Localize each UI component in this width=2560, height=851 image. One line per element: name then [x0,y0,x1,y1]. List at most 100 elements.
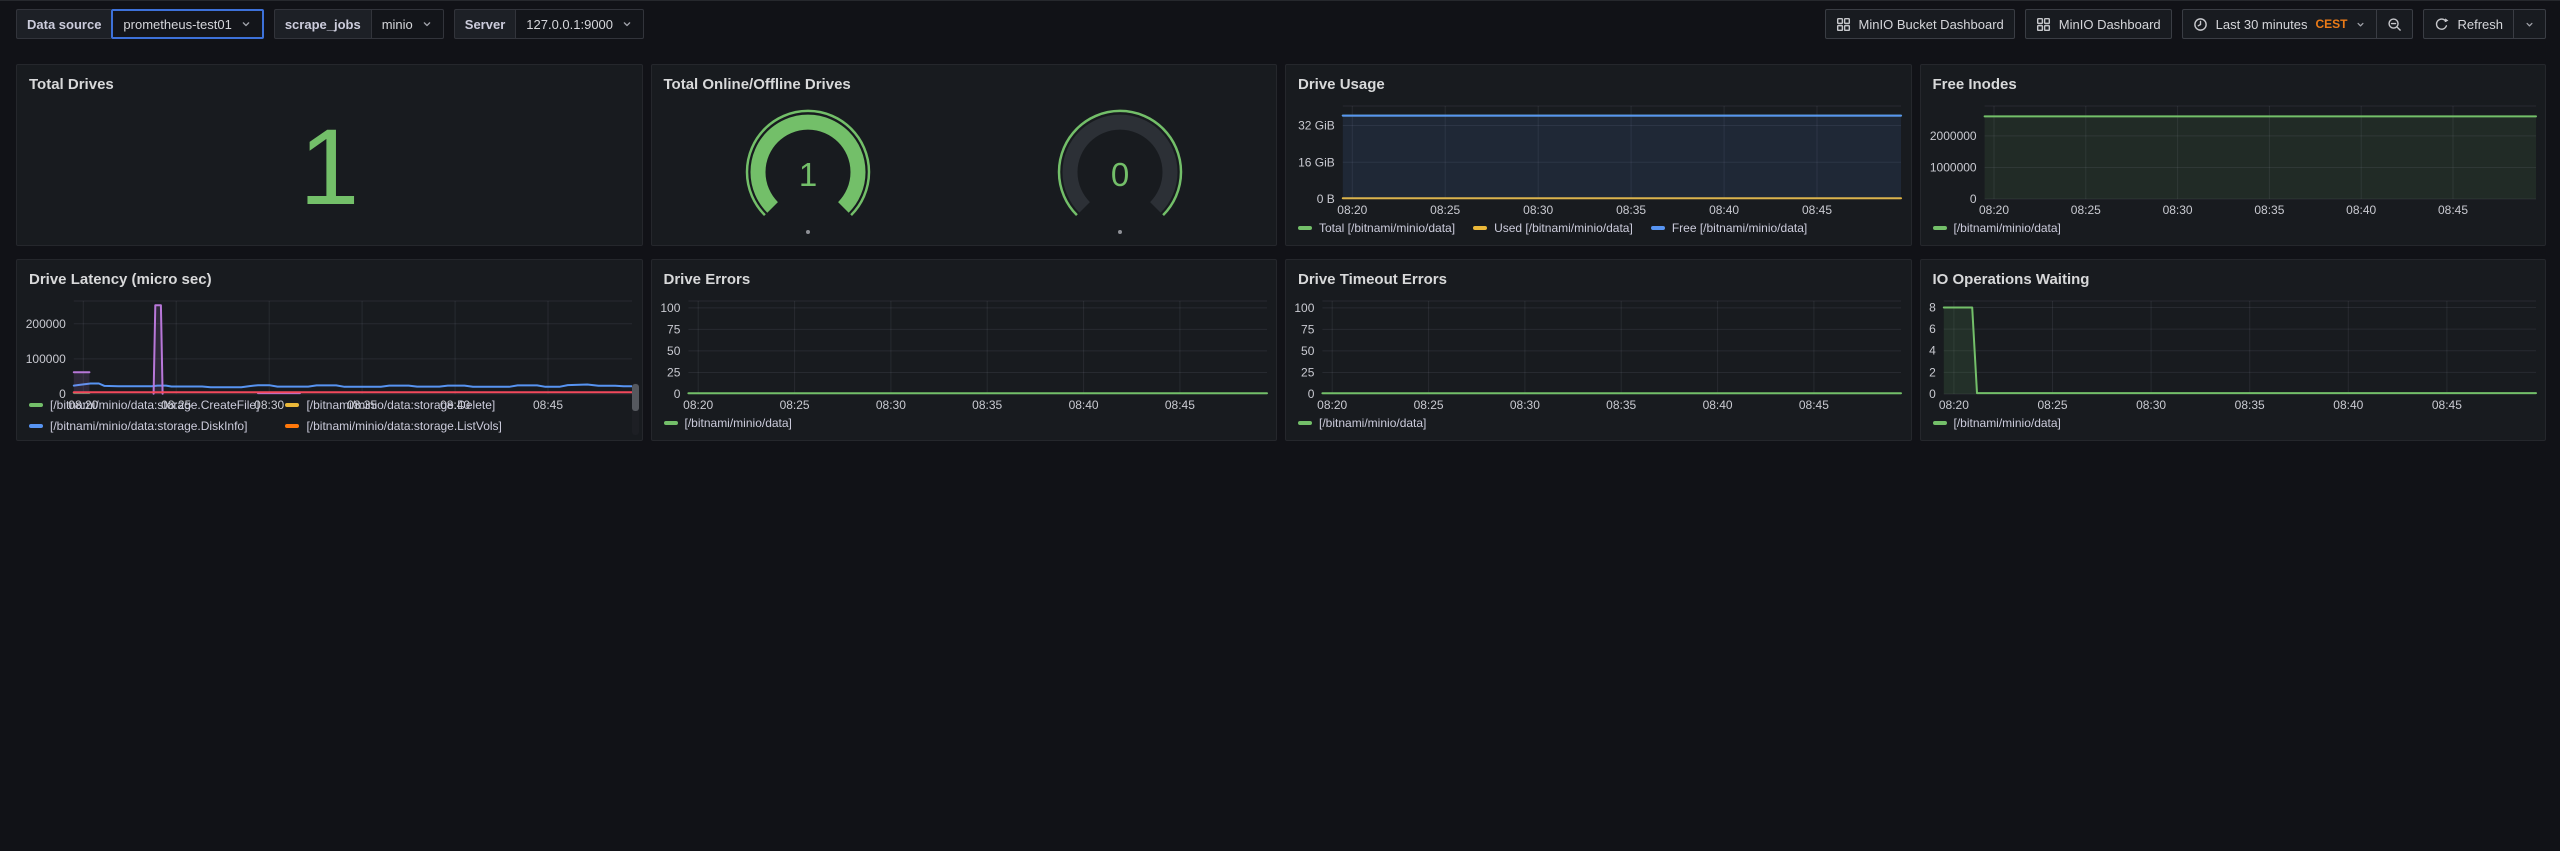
series-label: [/bitnami/minio/data:storage.ListVols] [306,419,501,433]
stat-value: 1 [17,98,642,245]
server-select[interactable]: 127.0.0.1:9000 [515,9,644,39]
variable-server: Server 127.0.0.1:9000 [454,9,644,39]
legend-item[interactable]: [/bitnami/minio/data:storage.Delete] [285,398,501,412]
panel-title: Drive Timeout Errors [1286,260,1911,293]
refresh-button[interactable]: Refresh [2423,9,2514,39]
legend-item[interactable]: [/bitnami/minio/data] [1933,221,2061,235]
panel-title: Drive Errors [652,260,1277,293]
svg-text:0: 0 [1308,387,1315,401]
zoom-out-time-button[interactable] [2377,9,2413,39]
svg-text:08:40: 08:40 [2333,398,2363,412]
gauge-chart: 0 [1035,102,1205,240]
legend-item[interactable]: [/bitnami/minio/data:storage.DiskInfo] [29,419,259,433]
time-series-plot[interactable]: 025507510008:2008:2508:3008:3508:4008:45 [652,293,1277,412]
chevron-down-icon [2524,19,2535,30]
sync-icon [2434,17,2449,32]
panel-title: IO Operations Waiting [1921,260,2546,293]
svg-text:32 GiB: 32 GiB [1298,119,1335,133]
svg-text:08:30: 08:30 [2162,203,2192,217]
svg-text:0: 0 [1969,192,1976,206]
scrape-jobs-label: scrape_jobs [274,9,371,39]
svg-text:08:35: 08:35 [2254,203,2284,217]
series-color-swatch [285,403,299,407]
svg-text:08:45: 08:45 [2437,203,2467,217]
svg-text:0: 0 [673,387,680,401]
svg-text:16 GiB: 16 GiB [1298,155,1335,169]
svg-text:08:40: 08:40 [1703,398,1733,412]
svg-text:08:20: 08:20 [1317,398,1347,412]
data-source-select[interactable]: prometheus-test01 [111,9,263,39]
svg-text:08:35: 08:35 [972,398,1002,412]
panel-drive-timeout-errors: Drive Timeout Errors 025507510008:2008:2… [1285,259,1912,441]
svg-text:08:45: 08:45 [2431,398,2461,412]
series-label: [/bitnami/minio/data:storage.Delete] [306,398,495,412]
refresh-interval-dropdown[interactable] [2514,9,2546,39]
clock-icon [2193,17,2208,32]
svg-text:50: 50 [667,344,681,358]
server-value: 127.0.0.1:9000 [526,17,613,32]
chart-svg: 010000020000008:2008:2508:3008:3508:4008… [17,293,642,412]
variable-scrape-jobs: scrape_jobs minio [274,9,444,39]
search-minus-icon [2387,17,2402,32]
gauge-label-dot [1118,230,1122,234]
series-color-swatch [664,421,678,425]
template-variables: Data source prometheus-test01 scrape_job… [16,9,644,39]
legend-item[interactable]: [/bitnami/minio/data:storage.ListVols] [285,419,501,433]
series-label: [/bitnami/minio/data] [685,416,792,430]
series-color-swatch [1298,421,1312,425]
panel-total-drives: Total Drives 1 [16,64,643,246]
series-color-swatch [29,424,43,428]
gauge-cell: 0 [1035,102,1205,240]
panel-drive-usage: Drive Usage 0 B16 GiB32 GiB08:2008:2508:… [1285,64,1912,246]
chevron-down-icon [421,18,433,30]
chart-svg: 01000000200000008:2008:2508:3008:3508:40… [1921,98,2546,217]
legend-item[interactable]: [/bitnami/minio/data] [664,416,792,430]
refresh-controls: Refresh [2423,9,2546,39]
gauge-label-dot [806,230,810,234]
legend-item[interactable]: Used [/bitnami/minio/data] [1473,221,1633,235]
minio-dashboard-button[interactable]: MinIO Dashboard [2025,9,2172,39]
legend-item[interactable]: [/bitnami/minio/data] [1933,416,2061,430]
svg-text:08:40: 08:40 [1709,203,1739,217]
variable-data-source: Data source prometheus-test01 [16,9,264,39]
legend-scrollbar-thumb[interactable] [632,384,639,411]
time-series-plot[interactable]: 01000000200000008:2008:2508:3008:3508:40… [1921,98,2546,217]
svg-text:2000000: 2000000 [1929,129,1976,143]
time-series-plot[interactable]: 010000020000008:2008:2508:3008:3508:4008… [17,293,642,396]
panel-drive-errors: Drive Errors 025507510008:2008:2508:3008… [651,259,1278,441]
svg-text:2: 2 [1929,365,1936,379]
legend-item[interactable]: Free [/bitnami/minio/data] [1651,221,1807,235]
series-label: Free [/bitnami/minio/data] [1672,221,1807,235]
data-source-value: prometheus-test01 [123,17,231,32]
legend-item[interactable]: Total [/bitnami/minio/data] [1298,221,1455,235]
svg-text:08:35: 08:35 [1606,398,1636,412]
time-series-plot[interactable]: 025507510008:2008:2508:3008:3508:4008:45 [1286,293,1911,412]
svg-text:08:45: 08:45 [1799,398,1829,412]
series-color-swatch [1933,226,1947,230]
legend-item[interactable]: [/bitnami/minio/data] [1298,416,1426,430]
legend-item[interactable]: [/bitnami/minio/data:storage.CreateFile] [29,398,259,412]
time-range-picker[interactable]: Last 30 minutes CEST [2182,9,2378,39]
svg-text:08:20: 08:20 [1938,398,1968,412]
refresh-label: Refresh [2457,17,2503,32]
svg-text:25: 25 [667,366,681,380]
chart-svg: 025507510008:2008:2508:3008:3508:4008:45 [1286,293,1911,412]
legend-scrollbar[interactable] [632,383,639,435]
minio-bucket-dashboard-button[interactable]: MinIO Bucket Dashboard [1825,9,2015,39]
series-color-swatch [1651,226,1665,230]
time-series-plot[interactable]: 0 B16 GiB32 GiB08:2008:2508:3008:3508:40… [1286,98,1911,217]
chart-legend: Total [/bitnami/minio/data] Used [/bitnam… [1286,217,1911,245]
scrape-jobs-select[interactable]: minio [371,9,444,39]
series-label: Total [/bitnami/minio/data] [1319,221,1455,235]
svg-text:08:25: 08:25 [2037,398,2067,412]
toolbar-actions: MinIO Bucket Dashboard MinIO Dashboard L… [1825,9,2546,39]
svg-text:08:40: 08:40 [1068,398,1098,412]
svg-text:08:35: 08:35 [2234,398,2264,412]
data-source-label: Data source [16,9,111,39]
chevron-down-icon [240,18,252,30]
svg-text:08:25: 08:25 [1414,398,1444,412]
svg-text:08:45: 08:45 [1164,398,1194,412]
time-series-plot[interactable]: 0246808:2008:2508:3008:3508:4008:45 [1921,293,2546,412]
panel-title: Drive Usage [1286,65,1911,98]
scrape-jobs-value: minio [382,17,413,32]
